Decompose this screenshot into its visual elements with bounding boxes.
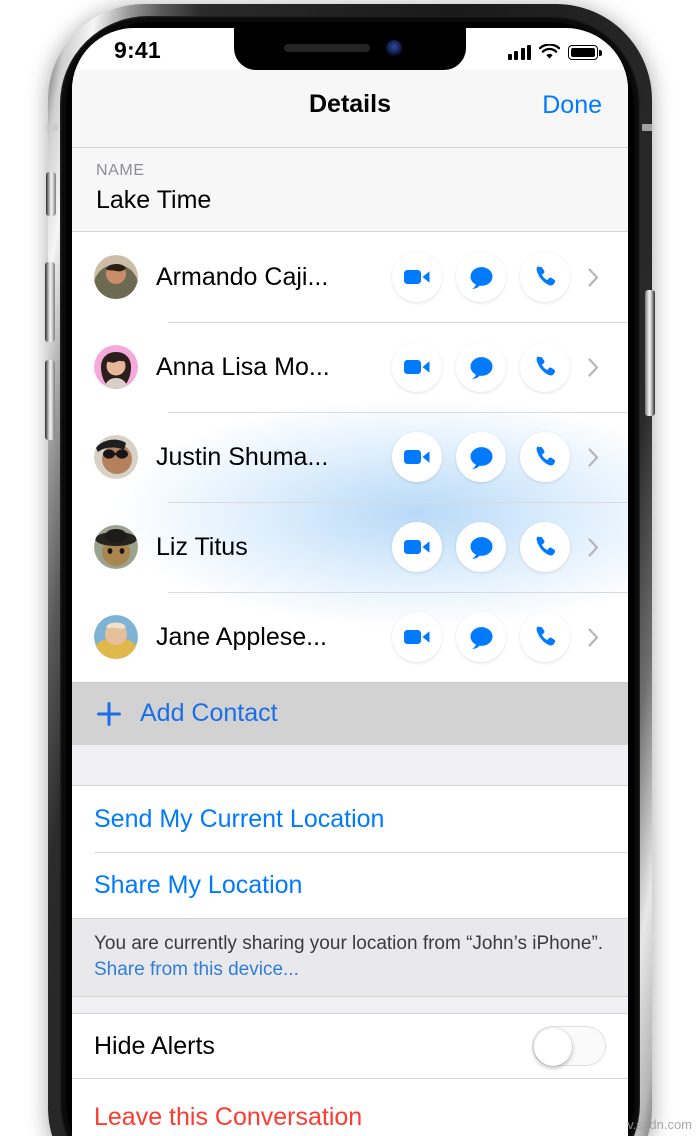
chevron-right-icon[interactable]	[580, 267, 606, 287]
wifi-icon	[538, 43, 561, 60]
table-row[interactable]: Anna Lisa Mo...	[72, 322, 628, 412]
contact-actions	[392, 522, 570, 572]
phone-handset-icon[interactable]	[520, 612, 570, 662]
add-contact-label: Add Contact	[140, 699, 278, 727]
battery-full-icon	[568, 45, 602, 60]
leave-conversation-button[interactable]: Leave this Conversation	[72, 1079, 628, 1136]
message-bubble-icon[interactable]	[456, 612, 506, 662]
volume-down-button[interactable]	[45, 360, 55, 440]
front-camera-icon	[386, 40, 402, 56]
message-bubble-icon[interactable]	[456, 522, 506, 572]
message-bubble-icon[interactable]	[456, 252, 506, 302]
contact-name: Armando Caji...	[156, 262, 329, 291]
status-bar-indicators	[507, 40, 602, 60]
contact-list: Armando Caji... Anna Lisa Mo... Justin S…	[72, 232, 628, 682]
facetime-video-icon[interactable]	[392, 522, 442, 572]
location-sharing-footnote: You are currently sharing your location …	[72, 918, 628, 998]
contact-actions	[392, 252, 570, 302]
cellular-signal-icon	[507, 44, 531, 60]
message-bubble-icon[interactable]	[456, 342, 506, 392]
location-group: Send My Current Location Share My Locati…	[72, 786, 628, 918]
navigation-bar: Details Done	[72, 70, 628, 148]
toggle-knob	[534, 1028, 572, 1067]
contact-actions	[392, 612, 570, 662]
table-row[interactable]: Liz Titus	[72, 502, 628, 592]
avatar	[94, 345, 138, 389]
facetime-video-icon[interactable]	[392, 342, 442, 392]
table-row[interactable]: Armando Caji...	[72, 232, 628, 322]
facetime-video-icon[interactable]	[392, 612, 442, 662]
avatar	[94, 435, 138, 479]
phone-handset-icon[interactable]	[520, 522, 570, 572]
facetime-video-icon[interactable]	[392, 432, 442, 482]
display-notch	[234, 28, 466, 70]
section-gap	[72, 744, 628, 786]
hide-alerts-row[interactable]: Hide Alerts	[72, 1013, 628, 1080]
send-current-location-button[interactable]: Send My Current Location	[72, 786, 628, 852]
antenna-band-left	[46, 124, 58, 131]
contact-name: Anna Lisa Mo...	[156, 352, 330, 381]
hide-alerts-label: Hide Alerts	[94, 1031, 215, 1060]
section-gap-small	[72, 997, 628, 1014]
ring-silent-switch[interactable]	[46, 172, 56, 216]
chevron-right-icon[interactable]	[580, 537, 606, 557]
message-bubble-icon[interactable]	[456, 432, 506, 482]
contact-name: Justin Shuma...	[156, 442, 329, 471]
details-scroll-content[interactable]: NAME Lake Time Armando Caji... Anna Lisa…	[72, 148, 628, 1136]
group-name-field[interactable]: NAME Lake Time	[72, 148, 628, 232]
table-row[interactable]: Jane Applese...	[72, 592, 628, 682]
avatar	[94, 615, 138, 659]
contact-name: Jane Applese...	[156, 622, 327, 651]
contact-name: Liz Titus	[156, 532, 248, 561]
facetime-video-icon[interactable]	[392, 252, 442, 302]
table-row[interactable]: Justin Shuma...	[72, 412, 628, 502]
share-my-location-button[interactable]: Share My Location	[72, 852, 628, 918]
plus-icon	[94, 701, 124, 727]
contact-actions	[392, 342, 570, 392]
avatar	[94, 255, 138, 299]
chevron-right-icon[interactable]	[580, 627, 606, 647]
iphone-screen: 9:41 Details Done NAME Lake Time Armando…	[72, 28, 628, 1136]
status-bar-time: 9:41	[114, 37, 161, 63]
avatar	[94, 525, 138, 569]
earpiece-speaker-icon	[284, 44, 370, 52]
phone-handset-icon[interactable]	[520, 432, 570, 482]
add-contact-button[interactable]: Add Contact	[72, 682, 628, 744]
watermark: v.sxdn.com	[627, 1117, 692, 1132]
antenna-band-right	[642, 124, 654, 131]
done-button[interactable]: Done	[542, 91, 602, 120]
footnote-text: You are currently sharing your location …	[94, 933, 604, 954]
name-field-label: NAME	[96, 162, 145, 179]
phone-handset-icon[interactable]	[520, 342, 570, 392]
phone-handset-icon[interactable]	[520, 252, 570, 302]
contact-actions	[392, 432, 570, 482]
chevron-right-icon[interactable]	[580, 357, 606, 377]
side-power-button[interactable]	[645, 290, 655, 416]
hide-alerts-toggle[interactable]	[532, 1026, 606, 1067]
screenshot-stage: 9:41 Details Done NAME Lake Time Armando…	[0, 0, 700, 1136]
volume-up-button[interactable]	[45, 262, 55, 342]
name-field-value[interactable]: Lake Time	[96, 186, 604, 215]
share-from-this-device-link[interactable]: Share from this device...	[94, 959, 299, 980]
leave-conversation-label: Leave this Conversation	[94, 1102, 363, 1131]
chevron-right-icon[interactable]	[580, 447, 606, 467]
